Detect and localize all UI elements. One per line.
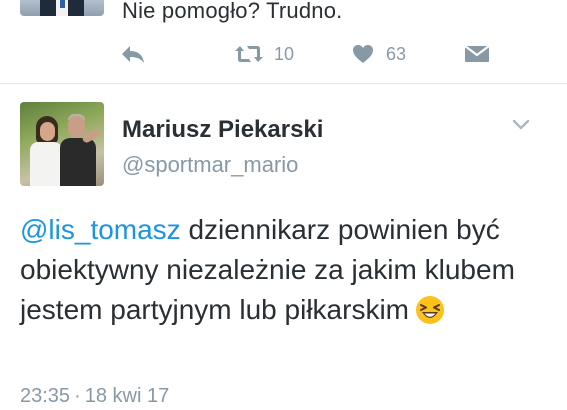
avatar[interactable]	[20, 102, 104, 186]
tweet-actions-bar: 10 63	[0, 40, 567, 68]
reply-button[interactable]	[120, 40, 146, 68]
reply-icon	[122, 46, 144, 63]
timestamp-separator: ·	[74, 385, 81, 407]
tweet-date: 18 kwi 17	[84, 385, 170, 407]
chevron-down-icon[interactable]	[512, 118, 530, 132]
retweet-icon	[235, 46, 263, 62]
tweet-text: @lis_tomasz dziennikarz powinien być obi…	[20, 210, 540, 330]
heart-icon	[353, 45, 373, 63]
retweet-count: 10	[274, 43, 295, 64]
retweet-button[interactable]: 10	[234, 40, 294, 68]
user-handle[interactable]: @sportmar_mario	[122, 152, 298, 178]
tweet-divider	[0, 83, 567, 84]
direct-message-icon	[464, 45, 490, 62]
tweet-time: 23:35	[20, 385, 71, 407]
direct-message-button[interactable]	[464, 40, 490, 68]
display-name[interactable]: Mariusz Piekarski	[122, 116, 323, 144]
tweet-timestamp[interactable]: 23:35 · 18 kwi 17	[20, 385, 169, 408]
like-button[interactable]: 63	[352, 40, 406, 68]
previous-tweet-text: Nie pomogło? Trudno.	[122, 0, 343, 23]
mention-link[interactable]: @lis_tomasz	[20, 214, 181, 245]
grinning-squinting-emoji-icon	[416, 296, 444, 324]
previous-tweet: Nie pomogło? Trudno. 10 63	[0, 0, 567, 83]
like-count: 63	[386, 43, 407, 64]
previous-tweet-avatar[interactable]	[20, 0, 104, 16]
